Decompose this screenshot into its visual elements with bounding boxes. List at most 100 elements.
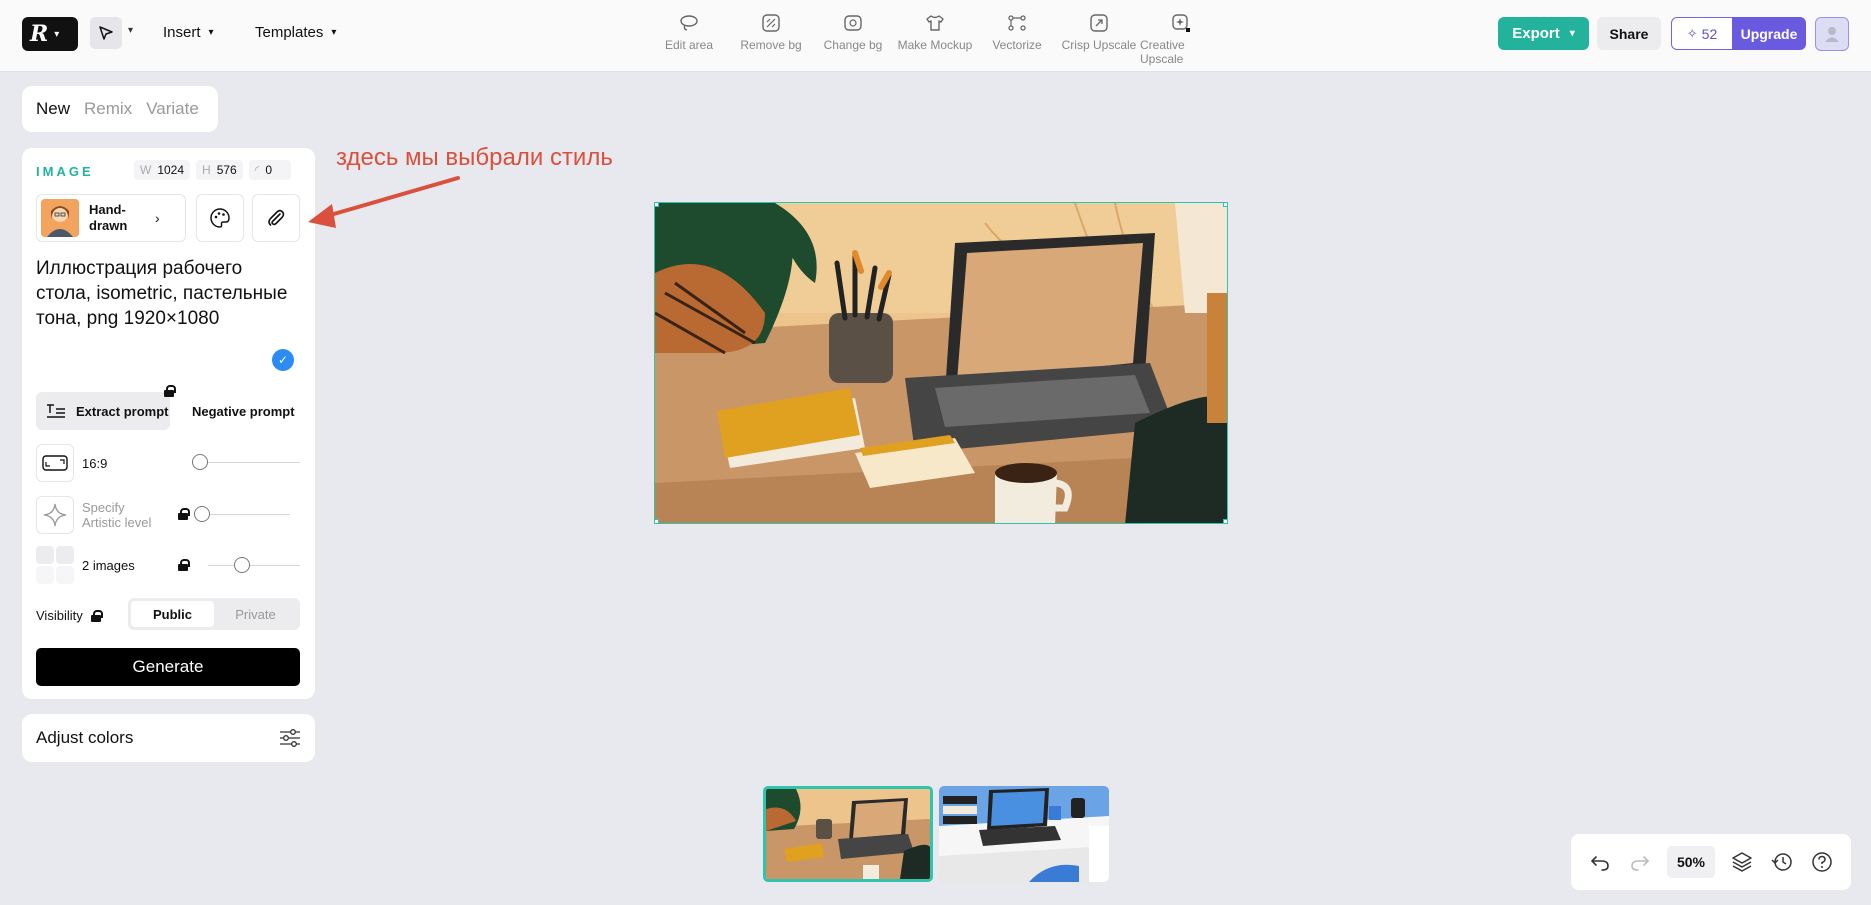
negative-prompt-button[interactable]: Negative prompt: [192, 404, 295, 419]
radius-value: 0: [265, 163, 273, 177]
adjust-colors-panel[interactable]: Adjust colors: [22, 714, 315, 762]
export-label: Export: [1512, 25, 1560, 42]
height-field[interactable]: H 576: [196, 160, 243, 180]
checkmark-icon[interactable]: ✓: [272, 349, 294, 371]
result-thumbnail[interactable]: [939, 786, 1109, 882]
visibility-label: Visibility: [36, 608, 83, 623]
zoom-level[interactable]: 50%: [1666, 846, 1716, 878]
image-section-label: IMAGE: [36, 164, 94, 179]
tool-vectorize[interactable]: Vectorize: [976, 12, 1058, 66]
credits-button[interactable]: ✧ 52: [1671, 17, 1733, 50]
top-bar: R ▾ ▾ Insert ▾ Templates ▾ Edit area Rem…: [0, 0, 1871, 72]
insert-label: Insert: [163, 24, 201, 41]
visibility-toggle: Public Private: [128, 598, 300, 630]
slider-handle[interactable]: [192, 454, 208, 470]
tool-label: Crisp Upscale: [1061, 38, 1137, 52]
width-field[interactable]: W 1024: [134, 160, 191, 180]
style-thumbnail: [41, 199, 79, 237]
adjust-colors-label: Adjust colors: [36, 728, 134, 747]
style-name: Hand-drawn: [89, 202, 128, 233]
tool-label: Make Mockup: [897, 38, 973, 52]
width-key: W: [140, 163, 152, 177]
tool-make-mockup[interactable]: Make Mockup: [894, 12, 976, 66]
width-value: 1024: [157, 163, 185, 177]
resize-handle[interactable]: [1223, 519, 1227, 523]
panel-connector: [18, 699, 28, 715]
lasso-icon: [677, 12, 701, 34]
user-avatar[interactable]: [1815, 17, 1849, 51]
artistic-level-slider[interactable]: [194, 506, 290, 522]
resize-handle[interactable]: [1223, 203, 1227, 207]
panel-connector: [18, 132, 28, 148]
tool-creative-upscale[interactable]: Creative Upscale: [1140, 12, 1222, 66]
tab-remix[interactable]: Remix: [84, 99, 132, 119]
export-button[interactable]: Export ▾: [1498, 17, 1589, 50]
creative-upscale-icon: [1169, 12, 1193, 34]
tool-strip: Edit area Remove bg Change bg Make Mocku…: [648, 12, 1222, 66]
sliders-icon: [280, 729, 300, 747]
share-button[interactable]: Share: [1597, 17, 1661, 50]
undo-icon[interactable]: [1587, 848, 1613, 876]
chevron-down-icon: ▾: [1569, 28, 1575, 39]
result-thumbnails: [763, 786, 1109, 882]
tool-edit-area[interactable]: Edit area: [648, 12, 730, 66]
radius-field[interactable]: ◜ 0: [248, 160, 291, 180]
vector-nodes-icon: [1005, 12, 1029, 34]
tshirt-icon: [923, 12, 947, 34]
palette-icon: [210, 208, 230, 228]
upgrade-button[interactable]: Upgrade: [1732, 17, 1806, 50]
artistic-level-row: Specify Artistic level: [36, 496, 162, 534]
chevron-right-icon: ›: [155, 210, 160, 226]
tool-label: Vectorize: [992, 38, 1042, 52]
lock-icon: [90, 609, 103, 622]
style-selector[interactable]: Hand-drawn ›: [36, 194, 186, 242]
aspect-ratio-icon[interactable]: [36, 444, 74, 482]
change-bg-icon: [841, 12, 865, 34]
cursor-icon: [99, 26, 113, 40]
slider-handle[interactable]: [194, 506, 210, 522]
tool-label: Edit area: [664, 38, 714, 52]
help-icon[interactable]: [1809, 848, 1835, 876]
tab-variate[interactable]: Variate: [146, 99, 199, 119]
tool-crisp-upscale[interactable]: Crisp Upscale: [1058, 12, 1140, 66]
palette-button[interactable]: [196, 194, 244, 242]
extract-prompt-button[interactable]: Extract prompt: [36, 392, 170, 430]
tab-new[interactable]: New: [36, 99, 70, 119]
logo-icon: R: [30, 21, 49, 47]
history-icon[interactable]: [1769, 848, 1795, 876]
image-count-value: 2 images: [82, 557, 135, 573]
generate-button[interactable]: Generate: [36, 648, 300, 686]
pointer-tool-button[interactable]: [90, 17, 122, 49]
remove-bg-icon: [759, 12, 783, 34]
templates-menu[interactable]: Templates ▾: [255, 24, 336, 41]
tool-remove-bg[interactable]: Remove bg: [730, 12, 812, 66]
private-option[interactable]: Private: [214, 601, 297, 627]
image-count-slider[interactable]: [208, 557, 300, 573]
prompt-textarea[interactable]: Иллюстрация рабочего стола, isometric, п…: [36, 256, 300, 331]
layers-icon[interactable]: [1729, 848, 1755, 876]
resize-handle[interactable]: [655, 203, 659, 207]
canvas-image[interactable]: [654, 202, 1228, 524]
resize-handle[interactable]: [655, 519, 659, 523]
redo-icon[interactable]: [1627, 848, 1653, 876]
attach-button[interactable]: [252, 194, 300, 242]
slider-handle[interactable]: [234, 557, 250, 573]
sparkle-icon: ✧: [1686, 25, 1698, 41]
corner-radius-icon: ◜: [254, 163, 260, 177]
user-icon: [1825, 27, 1839, 42]
tool-change-bg[interactable]: Change bg: [812, 12, 894, 66]
logo-menu-button[interactable]: R ▾: [22, 17, 78, 51]
grid-icon: [36, 546, 74, 584]
desk-illustration: [655, 203, 1227, 523]
public-option[interactable]: Public: [131, 601, 214, 627]
height-value: 576: [216, 163, 237, 177]
generation-panel: IMAGE W 1024 H 576 ◜ 0 Hand-drawn › Иллюстр…: [22, 148, 315, 699]
aspect-ratio-slider[interactable]: [192, 454, 300, 470]
annotation-arrow: [308, 176, 460, 228]
tool-label: Creative Upscale: [1140, 38, 1185, 66]
bottom-toolbar: 50%: [1571, 834, 1851, 890]
lock-icon: [178, 559, 190, 571]
chevron-down-icon[interactable]: ▾: [128, 25, 133, 36]
insert-menu[interactable]: Insert ▾: [163, 24, 214, 41]
result-thumbnail[interactable]: [763, 786, 933, 882]
